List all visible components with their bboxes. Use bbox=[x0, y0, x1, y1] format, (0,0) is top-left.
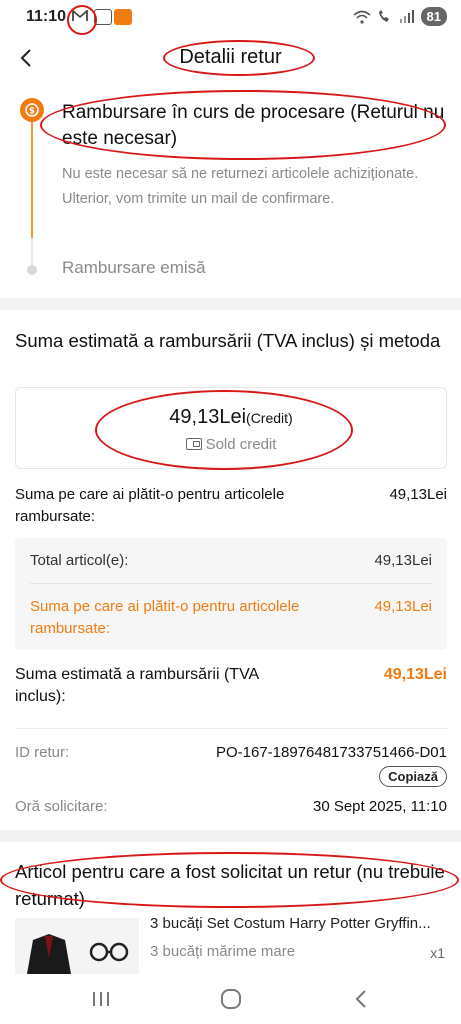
timeline-line-active bbox=[31, 120, 33, 238]
line-separator bbox=[15, 728, 447, 729]
system-nav-bar bbox=[0, 974, 461, 1024]
breakdown-separator bbox=[30, 583, 432, 584]
back-nav-button[interactable] bbox=[346, 986, 376, 1012]
credit-amount: 49,13Lei bbox=[169, 406, 247, 428]
page-title: Detalii retur bbox=[179, 46, 282, 68]
svg-text:$: $ bbox=[29, 107, 35, 117]
app-header: Detalii retur bbox=[0, 36, 461, 80]
credit-tag: (Credit) bbox=[246, 410, 293, 426]
item-quantity: x1 bbox=[430, 945, 445, 961]
screenshot-icon bbox=[94, 9, 112, 25]
breakdown-paid-label: Suma pe care ai plătit-o pentru articole… bbox=[30, 598, 300, 637]
back-nav-icon bbox=[355, 990, 366, 1008]
item-variant: 3 bucăți mărime mare bbox=[150, 943, 296, 960]
paid-for-items-row: Suma pe care ai plătit-o pentru articole… bbox=[15, 484, 447, 528]
total-items-label: Total articol(e): bbox=[30, 552, 129, 569]
current-step-title: Rambursare în curs de procesare (Returul… bbox=[62, 102, 445, 149]
refund-method-card: 49,13Lei(Credit) Sold credit bbox=[15, 387, 447, 469]
breakdown-paid-value: 49,13Lei bbox=[374, 598, 432, 615]
wallet-icon bbox=[185, 438, 202, 450]
request-time-value: 30 Sept 2025, 11:10 bbox=[312, 798, 447, 815]
wifi-icon bbox=[353, 10, 371, 24]
status-bar: 11:10 81 bbox=[0, 0, 461, 36]
recent-apps-icon bbox=[93, 992, 109, 1006]
estimated-refund-value: 49,13Lei bbox=[383, 666, 447, 683]
status-time: 11:10 bbox=[26, 8, 67, 25]
call-icon bbox=[378, 9, 389, 22]
battery-indicator: 81 bbox=[420, 7, 447, 26]
paid-for-items-value: 49,13Lei bbox=[389, 486, 447, 503]
app-notification-icon bbox=[114, 9, 132, 25]
signal-icon bbox=[399, 9, 414, 23]
home-icon bbox=[221, 989, 241, 1009]
next-step-dot bbox=[27, 265, 37, 275]
request-time-label: Oră solicitare: bbox=[15, 798, 108, 815]
return-id-value: PO-167-18976481733751466-D01 bbox=[215, 744, 447, 761]
gmail-icon bbox=[72, 10, 88, 21]
item-thumbnail[interactable] bbox=[15, 918, 139, 974]
return-id-label: ID retur: bbox=[15, 744, 70, 761]
paid-for-items-label: Suma pe care ai plătit-o pentru articole… bbox=[15, 486, 285, 525]
copy-return-id-button[interactable]: Copiază bbox=[379, 766, 447, 787]
refund-method: Sold credit bbox=[16, 436, 446, 453]
status-right: 81 bbox=[353, 7, 447, 26]
estimated-refund-row: Suma estimată a rambursării (TVA inclus)… bbox=[15, 664, 447, 710]
home-button[interactable] bbox=[216, 986, 246, 1012]
estimated-refund-label: Suma estimată a rambursării (TVA inclus)… bbox=[15, 666, 259, 705]
credit-amount-line: 49,13Lei(Credit) bbox=[16, 406, 446, 429]
total-items-value: 49,13Lei bbox=[374, 552, 432, 569]
recent-apps-button[interactable] bbox=[86, 986, 116, 1012]
current-step-description: Nu este necesar să ne returnezi articole… bbox=[62, 166, 419, 207]
returned-items-title: Articol pentru care a fost solicitat un … bbox=[15, 861, 445, 909]
item-name[interactable]: 3 bucăți Set Costum Harry Potter Gryffin… bbox=[150, 915, 450, 932]
refund-status-icon: $ bbox=[20, 98, 44, 122]
refund-status-section: $ Rambursare în curs de procesare (Retur… bbox=[0, 80, 461, 298]
next-step-label: Rambursare emisă bbox=[62, 258, 206, 277]
refund-method-label: Sold credit bbox=[205, 436, 277, 453]
refund-section-title: Suma estimată a rambursării (TVA inclus)… bbox=[15, 330, 441, 351]
section-divider bbox=[0, 298, 461, 310]
refund-breakdown-box: Total articol(e): 49,13Lei Suma pe care … bbox=[15, 538, 447, 650]
section-divider bbox=[0, 830, 461, 842]
